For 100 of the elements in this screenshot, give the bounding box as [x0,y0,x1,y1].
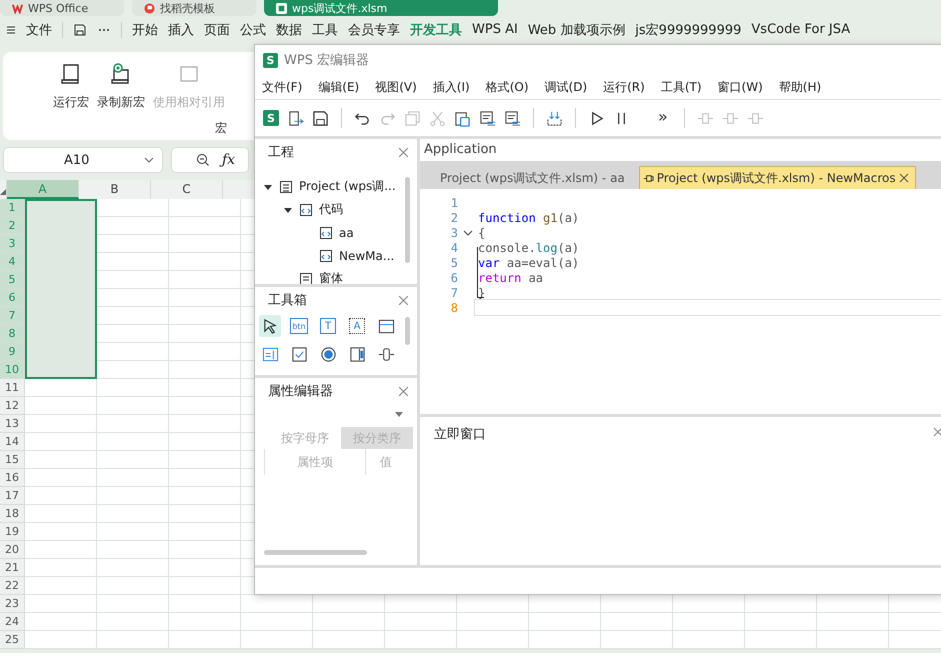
code-icon [319,226,333,240]
line-number: 7 [450,286,458,300]
panel-title: 工具箱 [268,292,307,309]
row-header[interactable]: 21 [0,559,25,577]
fold-icon[interactable] [463,228,473,238]
code-line: var aa=eval(a) [478,256,580,270]
document-tab[interactable]: Project (wps调试文件.xlsm) - aa [430,167,631,189]
save-icon[interactable] [312,110,329,126]
tree-item[interactable]: aa [339,226,354,240]
close-icon[interactable] [398,294,409,306]
wps-logo-icon [12,2,23,14]
paste-icon[interactable] [454,110,471,126]
spreadsheet-icon [276,2,287,14]
macro-logo-button[interactable]: S [263,110,279,126]
menu-item[interactable]: 视图(V) [375,78,417,96]
menu-item[interactable]: 帮助(H) [778,78,822,96]
menu-item[interactable]: 运行(R) [603,78,645,96]
pin-icon[interactable] [642,172,654,184]
menu-item[interactable]: 编辑(E) [318,78,360,96]
code-line: return aa [478,270,544,284]
tree-item[interactable]: 窗体 [319,270,343,284]
line-number: 1 [450,196,458,210]
row-header[interactable]: 17 [0,487,25,505]
menu-item[interactable]: 窗口(W) [718,78,763,96]
ribbon-tab[interactable]: 数据 [276,20,302,38]
ribbon-tab[interactable]: Web 加载项示例 [528,20,626,38]
ribbon-tab[interactable]: WPS AI [472,22,518,37]
panel-title: 属性编辑器 [268,383,333,400]
tool-pointer[interactable] [259,315,281,337]
save-icon[interactable] [73,22,87,36]
tool-button[interactable]: btn [288,315,310,337]
menu-item[interactable]: 调试(D) [544,78,588,96]
row-header[interactable]: 15 [0,451,25,469]
close-icon[interactable] [398,146,409,158]
column-header: 属性项 [264,449,365,475]
ribbon-tab[interactable]: 开始 [132,20,158,38]
tool-textbox[interactable]: T [317,315,339,337]
menu-item[interactable]: 文件(F) [262,78,302,96]
ribbon-tab[interactable]: js宏9999999999 [635,20,742,38]
formula-field[interactable]: ƒx [171,147,249,173]
row-header[interactable]: 22 [0,577,25,595]
row-header[interactable]: 16 [0,469,25,487]
export-icon[interactable] [287,110,304,126]
ribbon-tab[interactable]: 工具 [312,20,338,38]
app-tab[interactable]: 找稻壳模板 [132,0,256,16]
ribbon-button[interactable]: 运行宏 [53,62,89,111]
row-header[interactable]: 20 [0,541,25,559]
menu-item[interactable]: 工具(T) [660,78,702,96]
row-header[interactable]: 11 [0,379,25,397]
code-line: { [478,226,486,240]
ribbon-tab[interactable]: 插入 [168,20,194,38]
function-label[interactable]: ƒx [222,152,236,168]
tree-item[interactable]: NewMa... [339,248,394,262]
name-box[interactable]: A10 [3,147,163,173]
row-header[interactable]: 23 [0,595,25,613]
row-header[interactable]: 14 [0,433,25,451]
ribbon-tab[interactable]: 公式 [240,20,266,38]
tree-item[interactable]: Project (wps调... [299,178,396,195]
close-icon[interactable] [398,386,409,396]
overflow-button[interactable]: » [638,107,672,129]
row-header[interactable]: 18 [0,505,25,523]
group-label: 宏 [215,120,227,137]
tool-label[interactable]: A [346,315,368,337]
project-icon [279,180,293,194]
import-icon[interactable] [546,110,563,126]
code-icon [299,202,313,216]
uncomment-lines-icon[interactable] [504,110,521,126]
ribbon-tab[interactable]: 页面 [204,20,230,38]
row-header[interactable]: 12 [0,397,25,415]
code-line: console.log(a) [478,240,580,254]
line-number: 3 [450,226,458,240]
line-number: 6 [450,270,458,284]
panel-title: 工程 [268,144,294,161]
panel-title: 立即窗口 [434,427,486,442]
file-menu[interactable]: 文件 [26,20,52,38]
app-logo: S [263,52,278,68]
menu-item[interactable]: 格式(O) [486,78,529,96]
line-number: 8 [450,300,458,314]
app-tab[interactable]: WPS Office [0,0,124,16]
row-header[interactable]: 13 [0,415,25,433]
row-header[interactable]: 25 [0,631,25,649]
menu-icon[interactable] [6,24,16,34]
scrollbar[interactable] [405,177,410,263]
row-header[interactable]: 24 [0,613,25,631]
ribbon-tab[interactable]: 会员专享 [348,20,400,38]
close-icon[interactable] [898,173,909,183]
scrollbar[interactable] [264,550,367,555]
zoom-icon[interactable] [196,153,210,167]
document-tab[interactable]: Project (wps调试文件.xlsm) - NewMacros [638,166,916,189]
row-header[interactable]: 19 [0,523,25,541]
close-icon[interactable] [933,427,941,437]
ribbon-button[interactable]: 录制新宏 [97,62,145,111]
app-tab[interactable]: wps调试文件.xlsm [264,0,498,16]
comment-lines-icon[interactable] [479,110,496,126]
form-icon [299,272,313,284]
menu-item[interactable]: 插入(I) [432,78,470,96]
tree-item[interactable]: 代码 [319,201,343,218]
scrollbar[interactable] [405,317,410,345]
ribbon-tab[interactable]: VsCode For JSA [751,22,850,37]
dropdown-icon[interactable] [395,412,403,416]
